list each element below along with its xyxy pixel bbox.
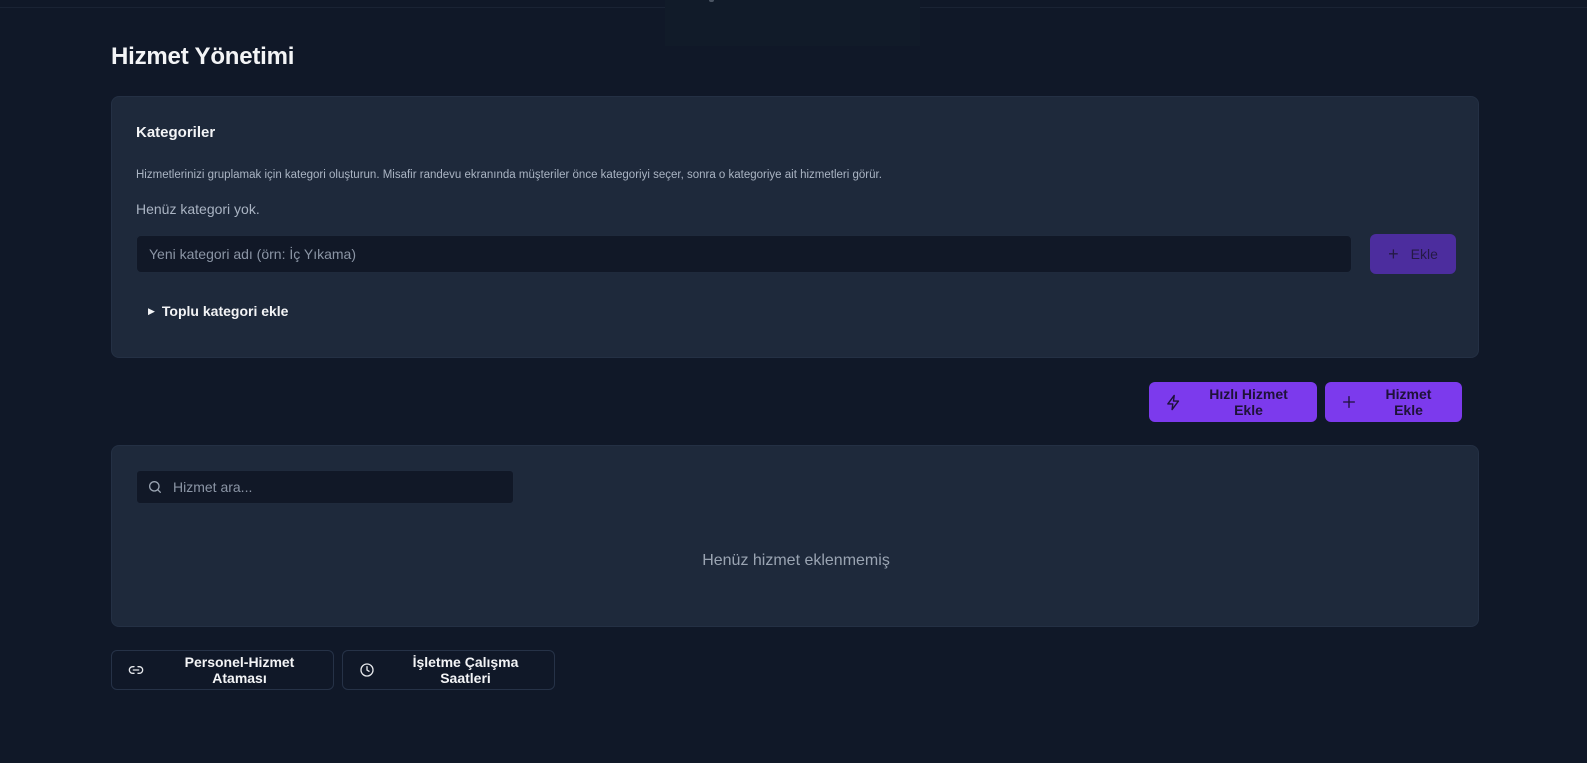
service-management-page: Hizmet Yönetimi Kategoriler Hizmetlerini… (111, 40, 1479, 690)
page-title: Hizmet Yönetimi (111, 43, 295, 70)
categories-empty-text: Henüz kategori yok. (136, 201, 260, 217)
add-category-label: Ekle (1410, 246, 1438, 262)
service-search-input[interactable] (173, 479, 503, 495)
categories-description: Hizmetlerinizi gruplamak için kategori o… (136, 169, 882, 181)
lightning-icon (1165, 394, 1182, 411)
categories-title: Kategoriler (136, 124, 216, 141)
business-hours-button[interactable]: İşletme Çalışma Saatleri (342, 650, 555, 690)
add-category-button[interactable]: + Ekle (1370, 234, 1456, 274)
staff-service-assignment-button[interactable]: Personel-Hizmet Ataması (111, 650, 334, 690)
plus-icon (1341, 394, 1357, 410)
add-service-label: Hizmet Ekle (1385, 386, 1432, 418)
business-hours-label: İşletme Çalışma Saatleri (412, 654, 519, 686)
search-icon (147, 479, 163, 495)
service-actions: Hızlı Hizmet Ekle Hizmet Ekle (111, 382, 1479, 422)
new-category-input[interactable] (136, 235, 1352, 273)
quick-add-service-label: Hızlı Hizmet Ekle (1209, 386, 1288, 418)
link-icon (128, 662, 144, 678)
services-card: Henüz hizmet eklenmemiş (111, 445, 1479, 627)
triangle-right-icon: ▶ (148, 305, 155, 316)
add-service-button[interactable]: Hizmet Ekle (1325, 382, 1462, 422)
quick-add-service-button[interactable]: Hızlı Hizmet Ekle (1149, 382, 1317, 422)
service-search[interactable] (136, 470, 514, 504)
clock-icon (359, 662, 375, 678)
bulk-category-label: Toplu kategori ekle (161, 303, 289, 319)
plus-icon: + (1388, 244, 1399, 264)
bulk-category-toggle[interactable]: ▶ Toplu kategori ekle (148, 303, 288, 319)
categories-card: Kategoriler Hizmetlerinizi gruplamak içi… (111, 96, 1479, 358)
staff-service-assignment-label: Personel-Hizmet Ataması (184, 654, 295, 686)
services-empty-text: Henüz hizmet eklenmemiş (702, 552, 890, 569)
